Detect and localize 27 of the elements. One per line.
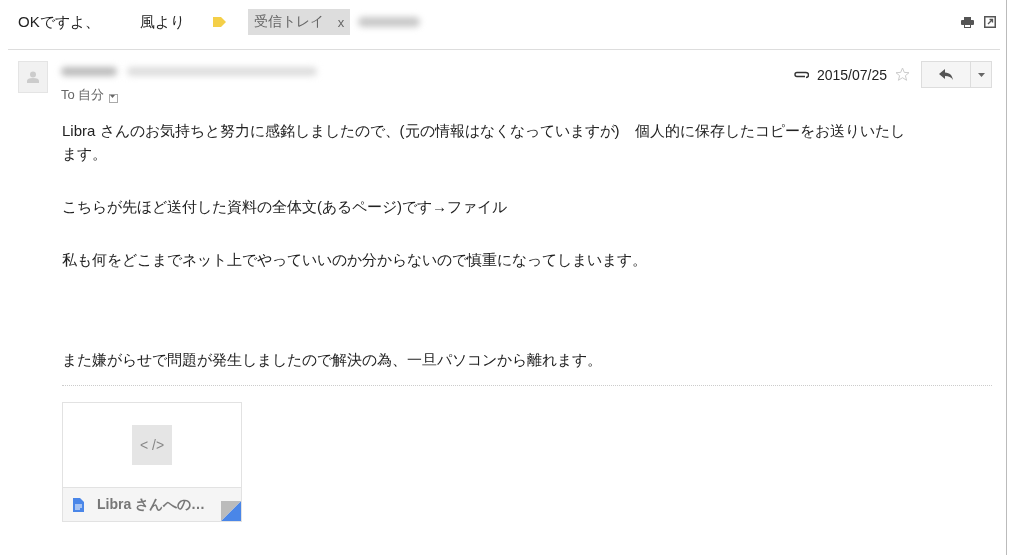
blurred-label — [358, 17, 421, 27]
new-window-icon[interactable] — [984, 16, 996, 28]
reply-button[interactable] — [921, 61, 971, 88]
recipient-text: To 自分 — [61, 86, 105, 104]
date-text: 2015/07/25 — [816, 66, 887, 83]
attachment-card[interactable]: < /> Libra さんへの… — [62, 402, 242, 522]
document-icon — [73, 497, 84, 512]
page-fold-icon — [221, 501, 241, 521]
message-paragraph: また嫌がらせで問題が発生しましたので解決の為、一旦パソコンから離れます。 — [62, 350, 603, 370]
message-paragraph: Libra さんのお気持ちと努力に感銘しましたので、(元の情報はなくなっていますが) 個人的に保存したコピーをお送りいたします。 — [62, 121, 906, 164]
blurred-sender-name — [61, 66, 117, 76]
star-icon[interactable] — [895, 67, 910, 82]
more-options-button[interactable] — [971, 61, 992, 88]
label-text: 受信トレイ — [253, 13, 324, 31]
file-thumbnail: < /> — [132, 425, 172, 465]
subject-text: OKですよ、 — [18, 12, 100, 32]
caret-icon — [977, 72, 985, 77]
attachment-name: Libra さんへの… — [97, 495, 206, 514]
reply-icon — [939, 69, 953, 80]
subject-text: 風より — [139, 12, 185, 32]
message-paragraph: 私も何をどこまでネット上でやっていいのか分からないので慎重になってしまいます。 — [62, 250, 648, 270]
person-icon — [27, 71, 39, 83]
remove-label-button[interactable]: x — [337, 14, 345, 30]
details-dropdown-button[interactable] — [109, 93, 119, 103]
caret-icon — [110, 94, 116, 98]
print-icon[interactable] — [961, 16, 974, 28]
message-paragraph: こちらが先ほど送付した資料の全体文(あるページ)です→ファイル — [62, 197, 508, 217]
